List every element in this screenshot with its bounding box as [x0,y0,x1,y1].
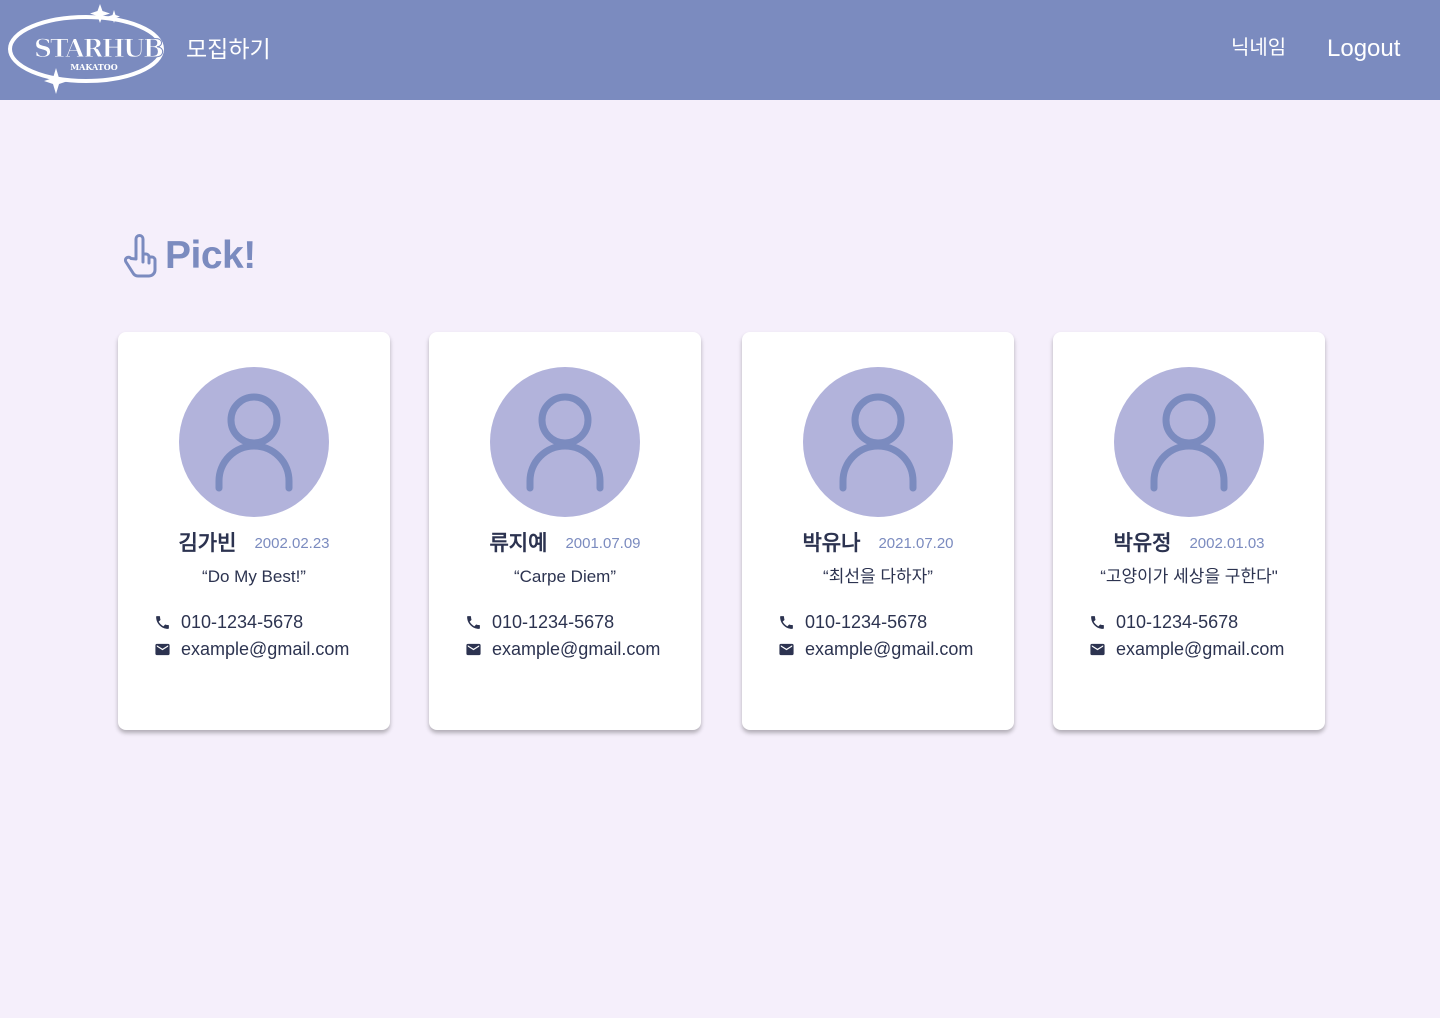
avatar[interactable] [1114,367,1264,517]
member-motto: “최선을 다하자” [823,567,933,586]
phone-row: 010-1234-5678 [778,609,927,635]
member-motto: “Carpe Diem” [513,567,617,586]
user-icon [526,393,604,492]
top-navigation-bar: STARHUB MAKATOO 모집하기 닉네임 Logout [0,0,1440,100]
logo-subtext: MAKATOO [70,62,118,72]
member-birthdate: 2002.01.03 [1189,535,1265,552]
member-phone: 010-1234-5678 [492,611,615,632]
name-row: 박유나 2021.07.20 [742,529,1014,559]
logout-button[interactable]: Logout [1327,33,1400,65]
phone-row: 010-1234-5678 [465,609,614,635]
member-phone: 010-1234-5678 [1116,611,1239,632]
avatar[interactable] [490,367,640,517]
phone-icon [780,615,793,629]
member-card[interactable]: 박유나 2021.07.20 “최선을 다하자” 010-1234-5678 ex… [742,332,1014,730]
starhub-logo[interactable]: STARHUB MAKATOO [4,2,166,98]
section-heading: Pick! [122,232,256,280]
user-icon [215,393,293,492]
logo-text: STARHUB [34,34,165,63]
name-row: 박유정 2002.01.03 [1053,529,1325,559]
email-row: example@gmail.com [154,636,349,662]
member-name: 박유나 [802,532,861,555]
mail-icon [155,643,170,655]
name-row: 류지예 2001.07.09 [429,529,701,559]
email-row: example@gmail.com [1089,636,1284,662]
avatar[interactable] [803,367,953,517]
user-icon [839,393,917,492]
member-name: 류지예 [489,532,548,555]
member-email[interactable]: example@gmail.com [1116,639,1284,660]
pointing-hand-icon [123,234,157,278]
member-email[interactable]: example@gmail.com [492,639,660,660]
member-birthdate: 2021.07.20 [878,535,954,552]
member-card[interactable]: 박유정 2002.01.03 “고양이가 세상을 구한다" 010-1234-56… [1053,332,1325,730]
member-motto: “Do My Best!” [202,567,306,586]
phone-icon [1091,615,1104,629]
member-birthdate: 2001.07.09 [565,535,641,552]
mail-icon [466,643,481,655]
member-card[interactable]: 류지예 2001.07.09 “Carpe Diem” 010-1234-5678… [429,332,701,730]
email-row: example@gmail.com [778,636,973,662]
nav-nickname-link[interactable]: 닉네임 [1231,34,1286,62]
phone-icon [467,615,480,629]
member-birthdate: 2002.02.23 [254,535,330,552]
phone-row: 010-1234-5678 [1089,609,1238,635]
nav-recruit-link[interactable]: 모집하기 [186,33,271,65]
member-email[interactable]: example@gmail.com [181,639,349,660]
user-icon [1150,393,1228,492]
avatar[interactable] [179,367,329,517]
member-phone: 010-1234-5678 [181,611,304,632]
name-row: 김가빈 2002.02.23 [118,529,390,559]
member-motto: “고양이가 세상을 구한다" [1100,567,1278,586]
member-email[interactable]: example@gmail.com [805,639,973,660]
phone-row: 010-1234-5678 [154,609,303,635]
member-phone: 010-1234-5678 [805,611,928,632]
phone-icon [156,615,169,629]
mail-icon [779,643,794,655]
member-card[interactable]: 김가빈 2002.02.23 “Do My Best!” 010-1234-567… [118,332,390,730]
email-row: example@gmail.com [465,636,660,662]
section-title: Pick! [165,234,256,277]
member-name: 박유정 [1113,532,1172,555]
member-name: 김가빈 [178,532,237,555]
mail-icon [1090,643,1105,655]
